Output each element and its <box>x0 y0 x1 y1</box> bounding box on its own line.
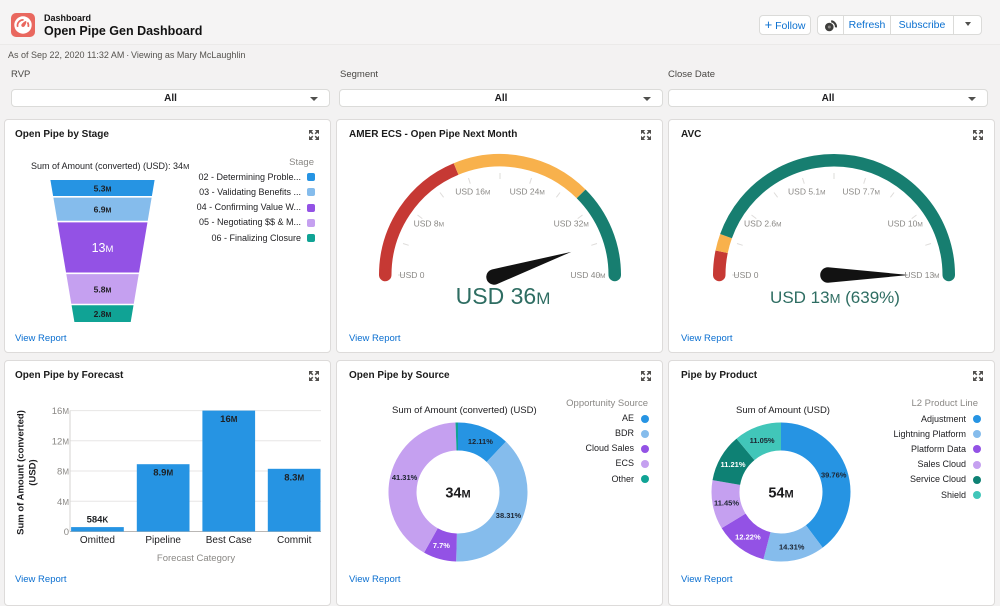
svg-text:41.31%: 41.31% <box>392 473 418 482</box>
svg-text:39.76%: 39.76% <box>821 471 847 480</box>
svg-text:USD 5.1M: USD 5.1M <box>788 186 826 196</box>
svg-text:USD 0: USD 0 <box>733 270 758 280</box>
svg-text:USD 13M: USD 13M <box>904 270 939 280</box>
svg-text:USD 7.7M: USD 7.7M <box>842 186 880 196</box>
svg-text:Omitted: Omitted <box>80 535 115 546</box>
svg-text:12.11%: 12.11% <box>468 437 493 446</box>
svg-text:16M: 16M <box>52 406 70 417</box>
svg-text:11.05%: 11.05% <box>750 436 775 445</box>
svg-text:7.7%: 7.7% <box>433 541 450 550</box>
svg-text:USD 2.6M: USD 2.6M <box>744 218 782 228</box>
svg-text:8.9M: 8.9M <box>153 468 173 479</box>
svg-text:54M: 54M <box>768 486 793 502</box>
svg-text:4M: 4M <box>57 497 69 508</box>
svg-text:11.45%: 11.45% <box>714 498 739 507</box>
svg-text:Commit: Commit <box>277 535 312 546</box>
svg-text:16M: 16M <box>220 414 238 425</box>
svg-text:USD 24M: USD 24M <box>510 186 545 196</box>
svg-text:USD 40M: USD 40M <box>570 270 605 280</box>
svg-text:USD 8M: USD 8M <box>414 218 444 228</box>
svg-text:Pipeline: Pipeline <box>145 535 181 546</box>
svg-text:11.21%: 11.21% <box>720 460 745 469</box>
svg-text:584K: 584K <box>87 515 109 526</box>
svg-text:38.31%: 38.31% <box>496 511 522 520</box>
svg-text:8M: 8M <box>57 467 69 478</box>
svg-text:USD 32M: USD 32M <box>554 218 589 228</box>
svg-text:USD 0: USD 0 <box>399 270 424 280</box>
svg-text:Best Case: Best Case <box>206 535 253 546</box>
svg-text:USD 10M: USD 10M <box>888 218 923 228</box>
svg-text:Forecast Category: Forecast Category <box>157 553 235 564</box>
svg-text:0: 0 <box>64 527 69 538</box>
svg-text:14.31%: 14.31% <box>779 543 805 552</box>
svg-text:12M: 12M <box>52 436 70 447</box>
svg-text:12.22%: 12.22% <box>735 533 761 542</box>
svg-text:8.3M: 8.3M <box>284 472 304 483</box>
svg-text:USD 16M: USD 16M <box>455 186 490 196</box>
svg-text:13M: 13M <box>92 241 114 255</box>
svg-text:34M: 34M <box>445 486 470 502</box>
